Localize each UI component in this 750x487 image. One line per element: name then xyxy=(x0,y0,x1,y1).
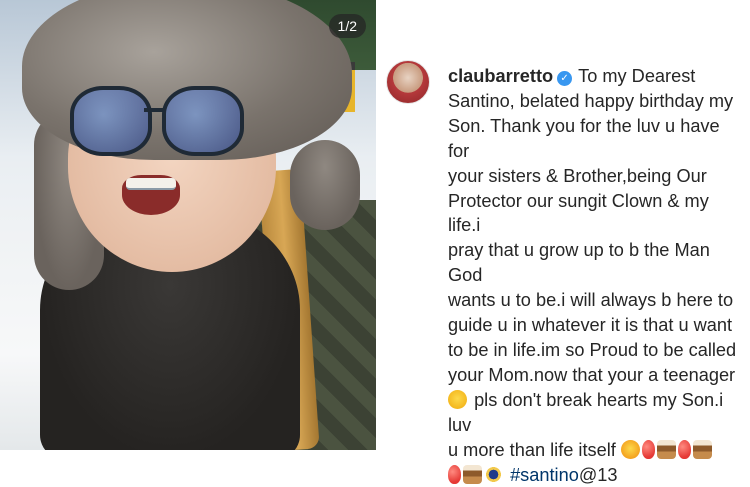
caption-line: your Mom.now that your a teenager xyxy=(448,364,736,385)
glasses-lens-left xyxy=(70,86,152,156)
verified-badge-icon: ✓ xyxy=(557,71,573,86)
glasses-lens-right xyxy=(162,86,244,156)
balloon-icon xyxy=(677,439,691,459)
smiling-face-with-hearts-icon xyxy=(620,439,640,459)
caption-line: Protector our sungit Clown & my life.i xyxy=(448,190,709,236)
username-link[interactable]: claubarretto xyxy=(448,66,553,86)
cake-icon xyxy=(463,464,482,484)
hashtag-link[interactable]: #santino xyxy=(510,465,579,485)
balloon-icon xyxy=(641,439,655,459)
mention-suffix: @13 xyxy=(578,464,618,485)
caption-line: pls don't break hearts my Son.i luv xyxy=(448,389,724,435)
caption-line: to be in life.im so Proud to be called xyxy=(448,339,737,360)
cake-icon xyxy=(692,439,712,459)
glasses xyxy=(70,86,244,158)
post-photo[interactable]: 1/2 xyxy=(0,0,376,450)
caption-line: Son. Thank you for the luv u have for xyxy=(448,115,720,161)
caption-line: guide u in whatever it is that u want xyxy=(448,315,733,336)
hat-flap-right xyxy=(290,140,360,230)
caption-line: pray that u grow up to b the Man God xyxy=(448,240,710,286)
image-counter-badge: 1/2 xyxy=(328,14,366,38)
caption-line: your sisters & Brother,being Our xyxy=(448,165,707,186)
post-caption: claubarretto ✓ To my Dearest Santino, bela… xyxy=(448,64,744,487)
fleur-de-lis-icon xyxy=(484,464,503,484)
caption-pane: claubarretto ✓ To my Dearest Santino, bela… xyxy=(376,0,750,485)
profile-avatar[interactable] xyxy=(386,60,430,104)
caption-line: wants u to be.i will always b here to xyxy=(448,290,734,311)
caption-line: Santino, belated happy birthday my xyxy=(448,90,734,111)
caption-line: To my Dearest xyxy=(578,66,696,86)
face-screaming-icon xyxy=(448,389,467,409)
teeth-braces xyxy=(126,178,176,190)
cake-icon xyxy=(656,439,676,459)
balloon-icon xyxy=(448,464,461,484)
